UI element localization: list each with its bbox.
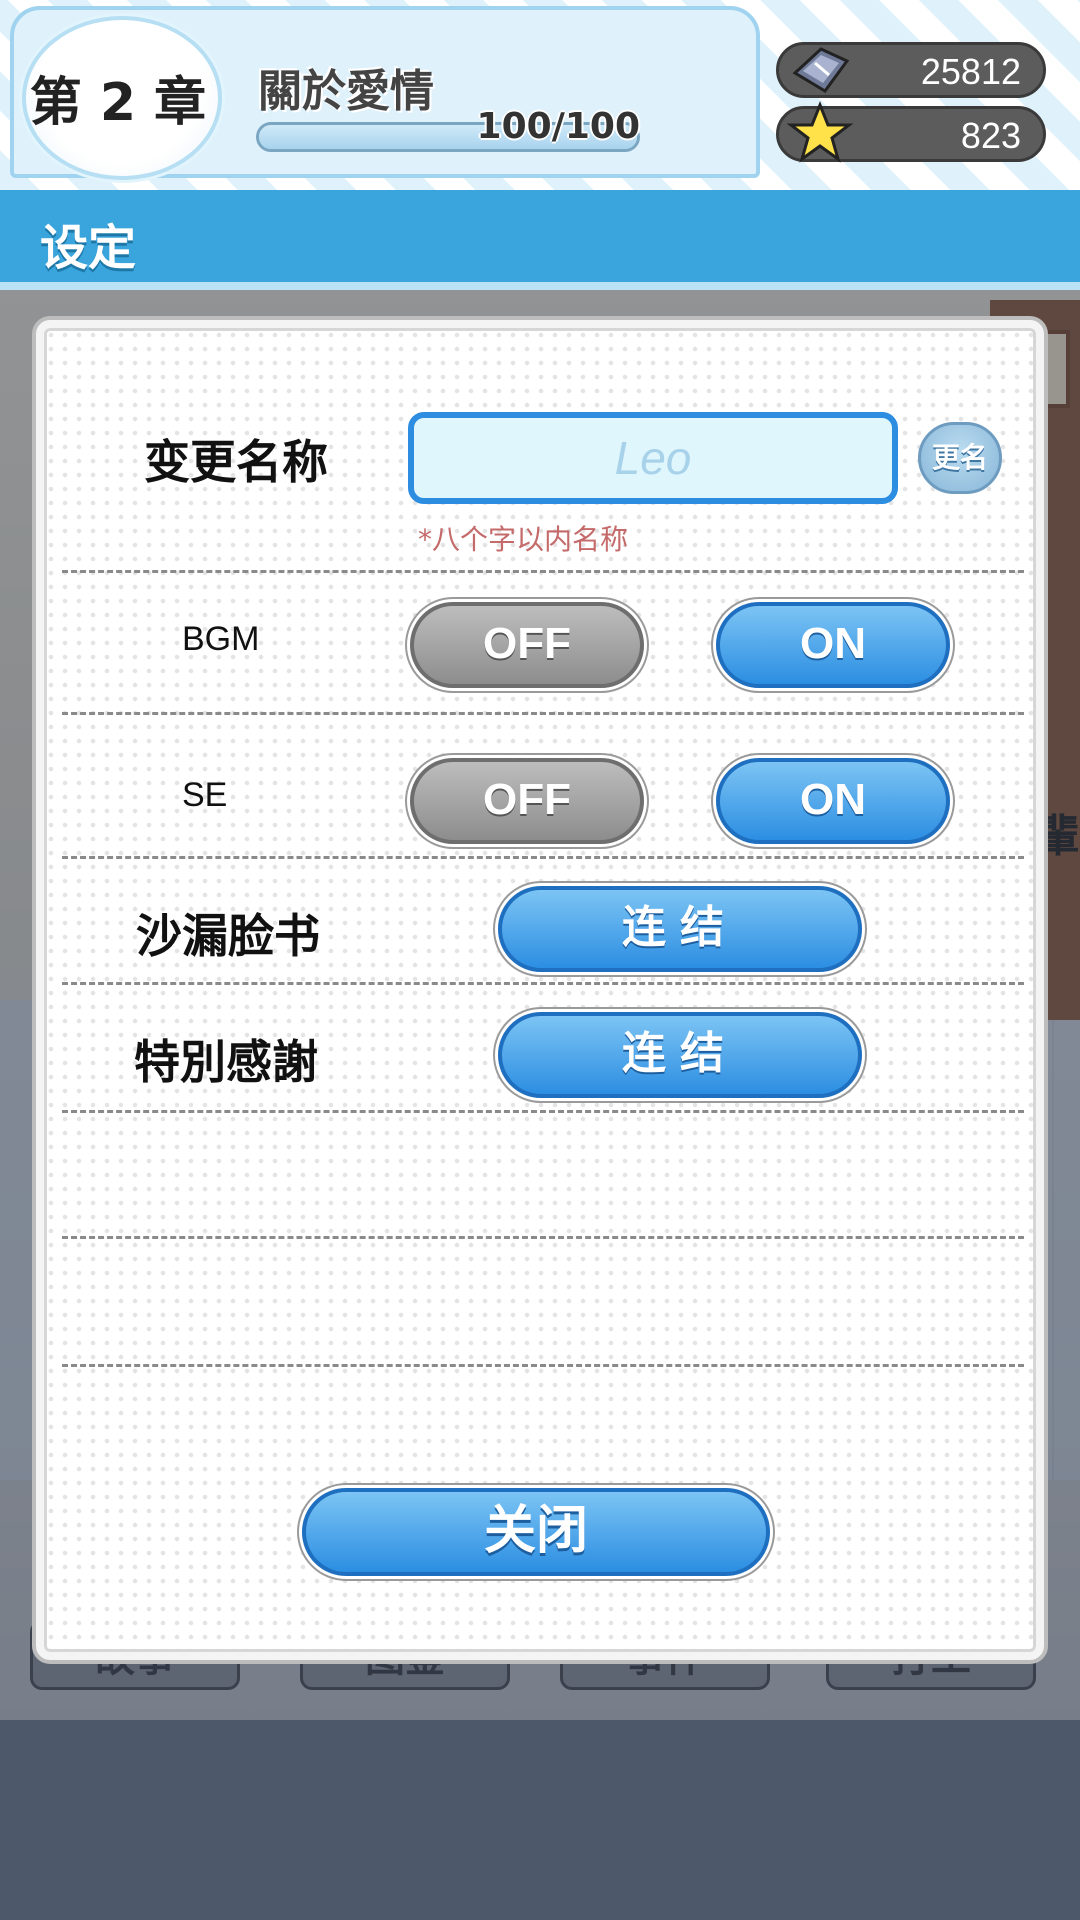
bgm-on-button[interactable]: ON <box>716 602 950 688</box>
chapter-title: 關於愛情 <box>258 66 434 117</box>
settings-dialog: 变更名称 更名 *八个字以内名称 BGM OFF ON SE OFF ON 沙漏… <box>36 320 1044 1660</box>
settings-title-bar: 设定 <box>0 190 1080 290</box>
name-hint: *八个字以内名称 <box>418 523 629 556</box>
se-off-button[interactable]: OFF <box>410 758 644 844</box>
chapter-label: 第 2 章 <box>29 73 207 133</box>
divider <box>62 570 1024 573</box>
facebook-label: 沙漏脸书 <box>136 909 320 963</box>
thanks-link-button[interactable]: 连结 <box>498 1012 862 1098</box>
bgm-label: BGM <box>182 620 260 658</box>
facebook-link-button[interactable]: 连结 <box>498 886 862 972</box>
star-icon <box>786 100 854 163</box>
gem-count: 25812 <box>920 51 1021 92</box>
thanks-label: 特別感謝 <box>134 1035 318 1089</box>
divider <box>62 1236 1024 1239</box>
se-on-button[interactable]: ON <box>716 758 950 844</box>
divider <box>62 856 1024 859</box>
divider <box>62 712 1024 715</box>
name-input[interactable] <box>408 412 898 504</box>
top-status-bar: 第 2 章 關於愛情 100/100 25812 823 <box>0 0 1080 190</box>
close-button[interactable]: 关闭 <box>302 1488 770 1576</box>
page-title: 设定 <box>40 220 137 276</box>
gem-icon <box>792 47 850 93</box>
gem-counter: 25812 <box>776 42 1046 98</box>
divider <box>62 1364 1024 1367</box>
rename-button[interactable]: 更名 <box>918 422 1002 494</box>
chapter-progress-text: 100/100 <box>476 106 640 147</box>
rename-label: 变更名称 <box>144 435 328 489</box>
divider <box>62 982 1024 985</box>
bgm-off-button[interactable]: OFF <box>410 602 644 688</box>
divider <box>62 1110 1024 1113</box>
star-count: 823 <box>960 115 1021 156</box>
star-counter: 823 <box>776 100 1046 163</box>
se-label: SE <box>182 776 228 814</box>
